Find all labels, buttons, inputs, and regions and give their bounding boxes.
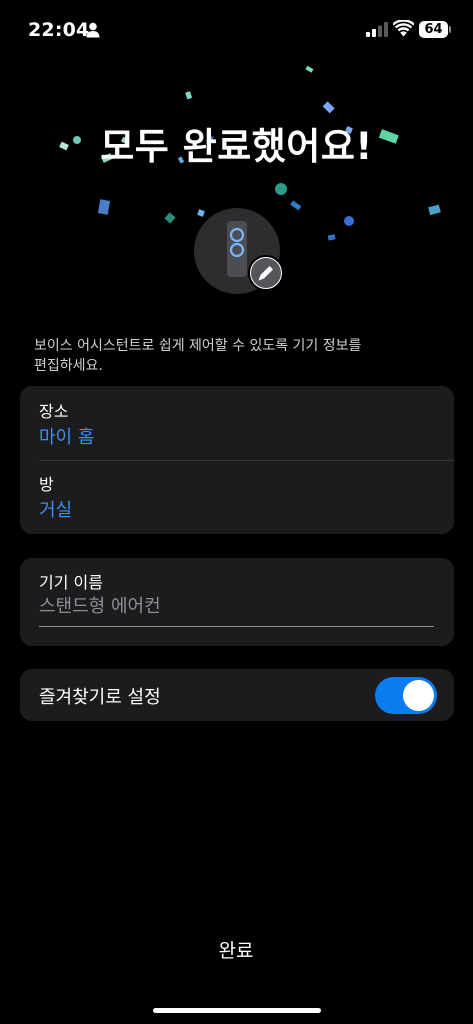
device-name-label: 기기 이름 — [39, 573, 103, 592]
place-label: 장소 — [39, 402, 69, 421]
battery-level: 64 — [419, 21, 448, 38]
favorite-card: 즐겨찾기로 설정 — [20, 669, 454, 721]
place-value[interactable]: 마이 홈 — [39, 423, 94, 449]
input-underline — [39, 626, 434, 627]
status-bar: 22:04 64 — [0, 0, 473, 60]
device-illustration — [194, 208, 284, 294]
edit-icon[interactable] — [248, 255, 284, 291]
cellular-signal-icon — [366, 22, 388, 37]
location-card: 장소 마이 홈 방 거실 — [20, 386, 454, 534]
wifi-icon — [393, 20, 414, 37]
favorite-toggle[interactable] — [375, 677, 437, 714]
device-name-input[interactable]: 스탠드형 에어컨 — [39, 592, 161, 618]
done-button[interactable]: 완료 — [186, 934, 286, 964]
room-value[interactable]: 거실 — [39, 496, 72, 522]
battery-tip — [449, 26, 451, 33]
device-name-card: 기기 이름 스탠드형 에어컨 — [20, 558, 454, 646]
page-title: 모두 완료했어요! — [100, 125, 373, 168]
battery-indicator: 64 — [419, 21, 451, 38]
card-divider — [39, 460, 454, 461]
toggle-knob — [403, 680, 434, 711]
favorite-label: 즐겨찾기로 설정 — [39, 687, 161, 708]
description-text: 보이스 어시스턴트로 쉽게 제어할 수 있도록 기기 정보를 편집하세요. — [34, 338, 362, 374]
home-indicator — [153, 1008, 321, 1013]
status-time: 22:04 — [28, 19, 90, 41]
room-label: 방 — [39, 475, 54, 494]
person-icon — [86, 22, 100, 38]
